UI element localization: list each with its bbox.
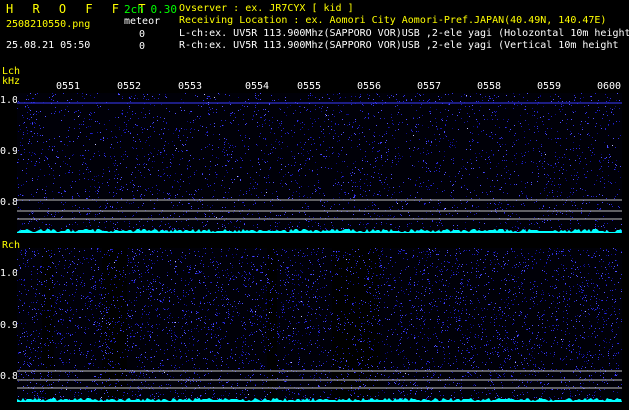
time-label: 0552 (117, 81, 142, 92)
frequency-tick-label: 0.9 (0, 146, 19, 157)
time-label: 0554 (245, 81, 270, 92)
time-label: 0556 (357, 81, 382, 92)
lch-count: 0 (139, 29, 146, 40)
time-label: 0551 (56, 81, 81, 92)
hroft-window: H R O F F T 2ch 0.30 meteor 2508210550.p… (0, 0, 629, 410)
rch-info-line: R-ch:ex. UV5R 113.900Mhz(SAPPORO VOR)USB… (179, 40, 619, 51)
observer-line: Ovserver : ex. JR7CYX [ kid ] (179, 3, 354, 14)
frequency-tick-label: 0.8 (0, 371, 19, 382)
datetime: 25.08.21 05:50 (6, 40, 91, 51)
time-label: 0559 (537, 81, 562, 92)
time-label: 0555 (297, 81, 322, 92)
frequency-unit: kHz (2, 76, 21, 87)
frequency-tick-label: 0.8 (0, 197, 19, 208)
lch-info-line: L-ch:ex. UV5R 113.900Mhz(SAPPORO VOR)USB… (179, 28, 629, 39)
frequency-tick-label: 0.9 (0, 320, 19, 331)
rch-count: 0 (139, 41, 146, 52)
time-label: 0558 (477, 81, 502, 92)
frequency-tick-label: 1.0 (0, 95, 19, 106)
lch-spectrogram (17, 93, 622, 233)
rch-spectrogram (17, 248, 622, 402)
lch-spectrogram-svg (17, 93, 622, 233)
time-label: 0557 (417, 81, 442, 92)
time-label: 0600 (597, 81, 622, 92)
frequency-tick-label: 1.0 (0, 268, 19, 279)
app-version: 2ch 0.30 (124, 3, 177, 16)
location-line: Receiving Location : ex. Aomori City Aom… (179, 15, 607, 26)
rch-spectrogram-svg (17, 248, 622, 402)
filename: 2508210550.png (6, 19, 91, 30)
time-label: 0553 (178, 81, 203, 92)
mode-label: meteor (124, 16, 161, 27)
